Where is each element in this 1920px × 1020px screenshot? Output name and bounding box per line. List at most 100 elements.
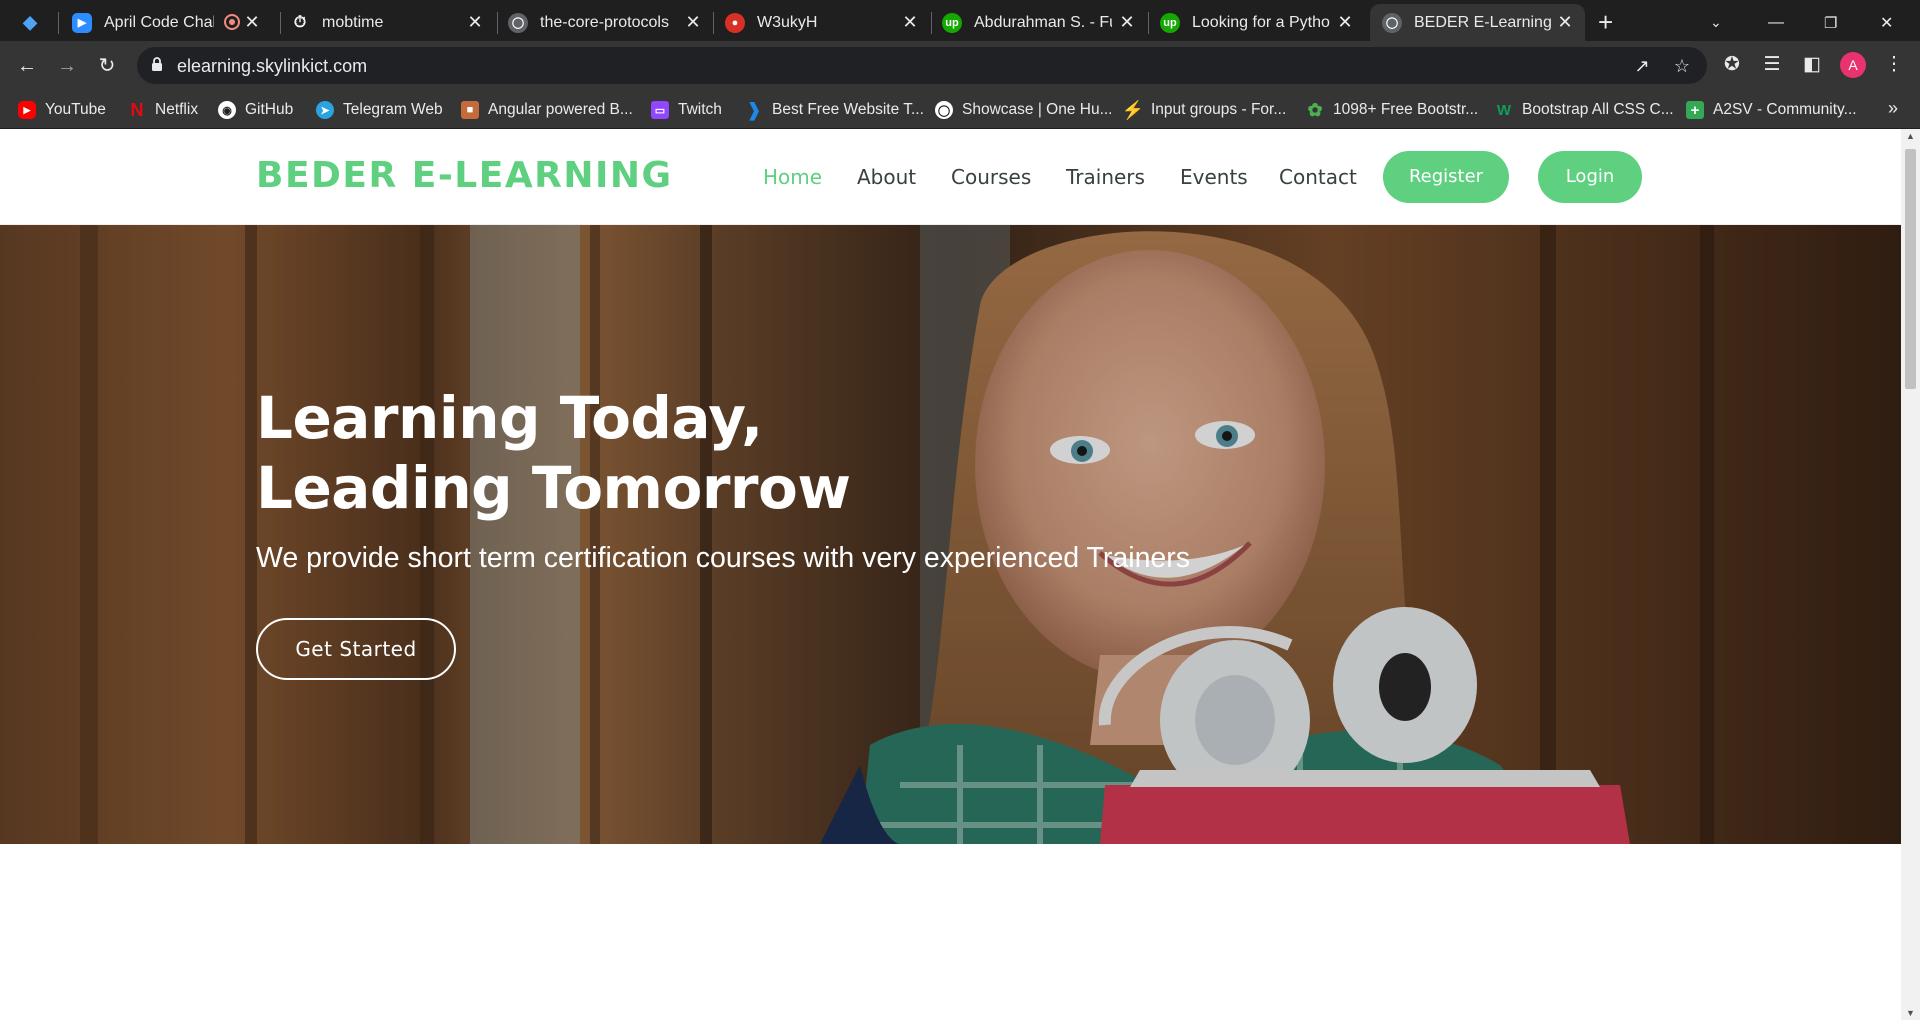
close-icon[interactable]: ✕	[465, 12, 485, 32]
tab-title: Looking for a Python	[1192, 13, 1330, 31]
bookmark-label: A2SV - Community...	[1713, 101, 1857, 118]
close-icon[interactable]: ✕	[1117, 12, 1137, 32]
bootstrap-icon: ⚡	[1121, 99, 1145, 120]
bookmark-telegram[interactable]: ➤ Telegram Web	[316, 99, 443, 121]
window-close-button[interactable]: ✕	[1880, 4, 1900, 41]
globe-icon: ◯	[1382, 12, 1402, 33]
tab-2[interactable]: ◯ the-core-protocols ✕	[508, 4, 713, 41]
star-icon[interactable]: ☆	[1672, 56, 1692, 76]
bookmark-label: GitHub	[245, 101, 294, 118]
bookmark-showcase[interactable]: ◯ Showcase | One Hu...	[935, 99, 1113, 121]
more-menu-icon[interactable]: ⋮	[1882, 53, 1906, 77]
bookmark-label: Best Free Website T...	[772, 101, 924, 118]
w3-icon: ●	[725, 12, 745, 33]
github-icon: ◉	[218, 101, 236, 119]
page-viewport: BEDER E-LEARNING Home About Courses Trai…	[0, 129, 1901, 1020]
tab-title: April Code Challe	[104, 13, 214, 31]
hero-overlay	[0, 225, 1901, 844]
hero-section: Learning Today, Leading Tomorrow We prov…	[0, 225, 1901, 844]
bookmark-website-templates[interactable]: ❱ Best Free Website T...	[745, 99, 924, 121]
site-logo[interactable]: BEDER E-LEARNING	[256, 155, 673, 196]
reload-icon: ↻	[98, 55, 116, 77]
nav-contact[interactable]: Contact	[1279, 165, 1357, 189]
media-control-icon[interactable]: ☰	[1760, 53, 1784, 77]
tab-title: BEDER E-Learning - p	[1414, 13, 1554, 31]
bookmarks-bar: ▶ YouTube N Netflix ◉ GitHub ➤ Telegram …	[0, 90, 1920, 129]
extensions-icon[interactable]: ✪	[1720, 53, 1744, 77]
nav-courses[interactable]: Courses	[951, 165, 1031, 189]
bookmark-input-groups[interactable]: ⚡ Input groups - For...	[1121, 99, 1287, 121]
side-panel-icon[interactable]: ◧	[1800, 53, 1824, 77]
close-icon: ✕	[1880, 14, 1894, 32]
upwork-icon: up	[942, 12, 962, 33]
forward-button[interactable]: →	[52, 51, 82, 81]
bookmark-bootstrap-css[interactable]: W Bootstrap All CSS C...	[1495, 99, 1674, 121]
scroll-thumb[interactable]	[1905, 149, 1916, 389]
new-tab-button[interactable]: +	[1598, 4, 1628, 41]
site-header: BEDER E-LEARNING Home About Courses Trai…	[0, 129, 1901, 225]
reload-button[interactable]: ↻	[92, 51, 122, 81]
tab-4[interactable]: up Abdurahman S. - Full ✕	[942, 4, 1147, 41]
plus-icon: +	[1598, 7, 1614, 37]
tab-title: the-core-protocols	[540, 13, 669, 31]
address-bar[interactable]: elearning.skylinkict.com ↗ ☆	[137, 47, 1707, 84]
profile-avatar[interactable]: A	[1840, 52, 1866, 78]
bookmark-angular[interactable]: ■ Angular powered B...	[461, 99, 633, 121]
diamond-icon: ◆	[23, 12, 37, 32]
tab-title: mobtime	[322, 13, 384, 31]
close-icon[interactable]: ✕	[1555, 12, 1575, 32]
lock-icon	[152, 57, 162, 71]
arrow-right-icon: →	[57, 55, 77, 77]
bookmark-free-bootstrap[interactable]: ✿ 1098+ Free Bootstr...	[1306, 99, 1478, 121]
chevron-down-icon: ⌄	[1710, 14, 1722, 30]
bookmark-a2sv[interactable]: + A2SV - Community...	[1686, 99, 1857, 121]
nav-events[interactable]: Events	[1180, 165, 1248, 189]
close-icon[interactable]: ✕	[683, 12, 703, 32]
youtube-icon: ▶	[18, 101, 36, 119]
tab-strip: ◆ ▶ April Code Challe ✕ ⏱ mobtime ✕ ◯ th…	[0, 0, 1920, 41]
register-button[interactable]: Register	[1383, 151, 1509, 203]
telegram-icon: ➤	[316, 101, 334, 119]
tab-3[interactable]: ● W3ukyH ✕	[725, 4, 930, 41]
close-icon[interactable]: ✕	[1335, 12, 1355, 32]
pinned-tab[interactable]: ◆	[20, 4, 50, 41]
minimize-button[interactable]: —	[1768, 4, 1788, 41]
login-button[interactable]: Login	[1538, 151, 1642, 203]
globe-icon: ◯	[508, 12, 528, 33]
bookmark-netflix[interactable]: N Netflix	[128, 99, 199, 121]
scroll-up-icon[interactable]: ▲	[1905, 131, 1916, 141]
share-icon[interactable]: ↗	[1632, 56, 1652, 76]
bookmark-github[interactable]: ◉ GitHub	[218, 99, 293, 121]
nav-trainers[interactable]: Trainers	[1066, 165, 1145, 189]
page-scrollbar[interactable]: ▲ ▼	[1901, 129, 1920, 1020]
tab-5[interactable]: up Looking for a Python ✕	[1160, 4, 1365, 41]
tab-search-button[interactable]: ⌄	[1710, 4, 1730, 41]
back-button[interactable]: ←	[12, 51, 42, 81]
bookmark-label: Input groups - For...	[1151, 101, 1287, 118]
scroll-down-icon[interactable]: ▼	[1905, 1008, 1916, 1018]
bookmark-label: Netflix	[155, 101, 199, 118]
more-bookmarks-icon[interactable]: »	[1888, 98, 1898, 119]
globe-icon: ◯	[935, 101, 953, 119]
close-icon[interactable]: ✕	[242, 12, 262, 32]
bookmark-label: Bootstrap All CSS C...	[1522, 101, 1674, 118]
leaf-icon: ✿	[1307, 99, 1323, 120]
url-text[interactable]: elearning.skylinkict.com	[177, 56, 367, 77]
minimize-icon: —	[1768, 13, 1784, 31]
zoom-icon: ▶	[72, 12, 92, 33]
tab-0[interactable]: ▶ April Code Challe ✕	[72, 4, 272, 41]
tab-1[interactable]: ⏱ mobtime ✕	[290, 4, 495, 41]
w-icon: W	[1496, 101, 1512, 119]
bookmark-label: Angular powered B...	[488, 101, 633, 118]
hero-subtitle: We provide short term certification cour…	[256, 542, 1191, 574]
tab-active[interactable]: ◯ BEDER E-Learning - p ✕	[1370, 4, 1585, 41]
bookmark-youtube[interactable]: ▶ YouTube	[18, 99, 106, 121]
nav-about[interactable]: About	[857, 165, 916, 189]
get-started-button[interactable]: Get Started	[256, 618, 456, 680]
restore-button[interactable]: ❐	[1824, 4, 1844, 41]
close-icon[interactable]: ✕	[900, 12, 920, 32]
nav-home[interactable]: Home	[763, 165, 822, 189]
website-icon: ❱	[746, 99, 762, 120]
bookmark-twitch[interactable]: ▭ Twitch	[651, 99, 722, 121]
twitch-icon: ▭	[651, 101, 669, 119]
